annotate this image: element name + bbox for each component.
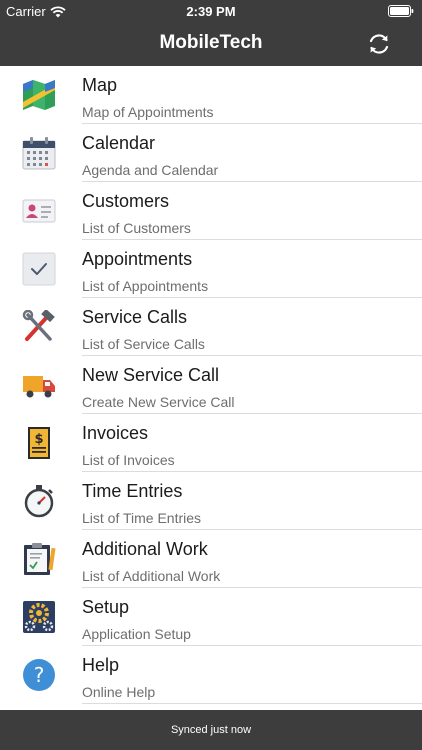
- hammer-wrench-icon: [22, 310, 55, 341]
- menu-item-title: Setup: [82, 597, 130, 617]
- app: Carrier 2:39 PM MobileTech Map Map of Ap…: [0, 0, 422, 750]
- calendar-icon: [22, 137, 56, 170]
- menu-item-title: Service Calls: [82, 307, 188, 327]
- help-icon: ?: [23, 659, 55, 691]
- menu-item-title: New Service Call: [82, 365, 220, 385]
- menu-item-subtitle: Online Help: [82, 684, 156, 700]
- menu-item-title: Additional Work: [82, 539, 208, 559]
- stopwatch-icon: [24, 485, 54, 518]
- truck-icon: [23, 376, 55, 398]
- menu-item-title: Map: [82, 75, 118, 95]
- menu-item-title: Time Entries: [82, 481, 183, 501]
- menu-item-title: Invoices: [82, 423, 149, 443]
- menu-item-map[interactable]: Map Map of Appointments: [0, 66, 422, 124]
- id-card-icon: [22, 199, 56, 223]
- clipboard-icon: [24, 543, 56, 575]
- menu-item-subtitle: Create New Service Call: [82, 394, 235, 410]
- gears-icon: [23, 601, 55, 633]
- app-title: MobileTech: [159, 32, 263, 53]
- menu-item-subtitle: List of Time Entries: [82, 510, 202, 526]
- menu-item-invoices[interactable]: $ Invoices List of Invoices: [0, 414, 422, 472]
- menu-item-subtitle: List of Service Calls: [82, 336, 205, 352]
- menu-item-customers[interactable]: Customers List of Customers: [0, 182, 422, 240]
- menu-item-setup[interactable]: Setup Application Setup: [0, 588, 422, 646]
- menu-item-subtitle: List of Invoices: [82, 452, 175, 468]
- menu-item-calendar[interactable]: Calendar Agenda and Calendar: [0, 124, 422, 182]
- navigation-bar: MobileTech: [0, 22, 422, 66]
- menu-item-help[interactable]: ? Help Online Help: [0, 646, 422, 704]
- sync-status-bar: Synced just now: [0, 710, 422, 750]
- menu-item-appointments[interactable]: Appointments List of Appointments: [0, 240, 422, 298]
- menu-item-subtitle: Agenda and Calendar: [82, 162, 219, 178]
- menu-item-additional-work[interactable]: Additional Work List of Additional Work: [0, 530, 422, 588]
- status-bar: Carrier 2:39 PM: [0, 0, 422, 22]
- map-icon: [23, 80, 55, 110]
- menu-item-time-entries[interactable]: Time Entries List of Time Entries: [0, 472, 422, 530]
- svg-text:$: $: [34, 432, 43, 447]
- battery-icon: [388, 5, 414, 17]
- menu-item-title: Help: [82, 655, 120, 675]
- main-menu: Map Map of Appointments Calendar Agenda …: [0, 66, 422, 704]
- menu-item-subtitle: Application Setup: [82, 626, 191, 642]
- status-time: 2:39 PM: [186, 4, 236, 19]
- menu-item-title: Appointments: [82, 249, 193, 269]
- refresh-icon[interactable]: [366, 31, 392, 57]
- menu-item-new-service-call[interactable]: New Service Call Create New Service Call: [0, 356, 422, 414]
- menu-item-title: Calendar: [82, 133, 156, 153]
- menu-item-subtitle: Map of Appointments: [82, 104, 214, 120]
- checkmark-icon: [22, 252, 56, 286]
- menu-item-service-calls[interactable]: Service Calls List of Service Calls: [0, 298, 422, 356]
- menu-item-subtitle: List of Appointments: [82, 278, 209, 294]
- invoice-icon: $: [28, 427, 50, 459]
- sync-status-label: Synced just now: [170, 724, 252, 736]
- menu-item-subtitle: List of Additional Work: [82, 568, 221, 584]
- svg-text:?: ?: [34, 663, 45, 687]
- menu-item-subtitle: List of Customers: [82, 220, 191, 236]
- menu-item-title: Customers: [82, 191, 170, 211]
